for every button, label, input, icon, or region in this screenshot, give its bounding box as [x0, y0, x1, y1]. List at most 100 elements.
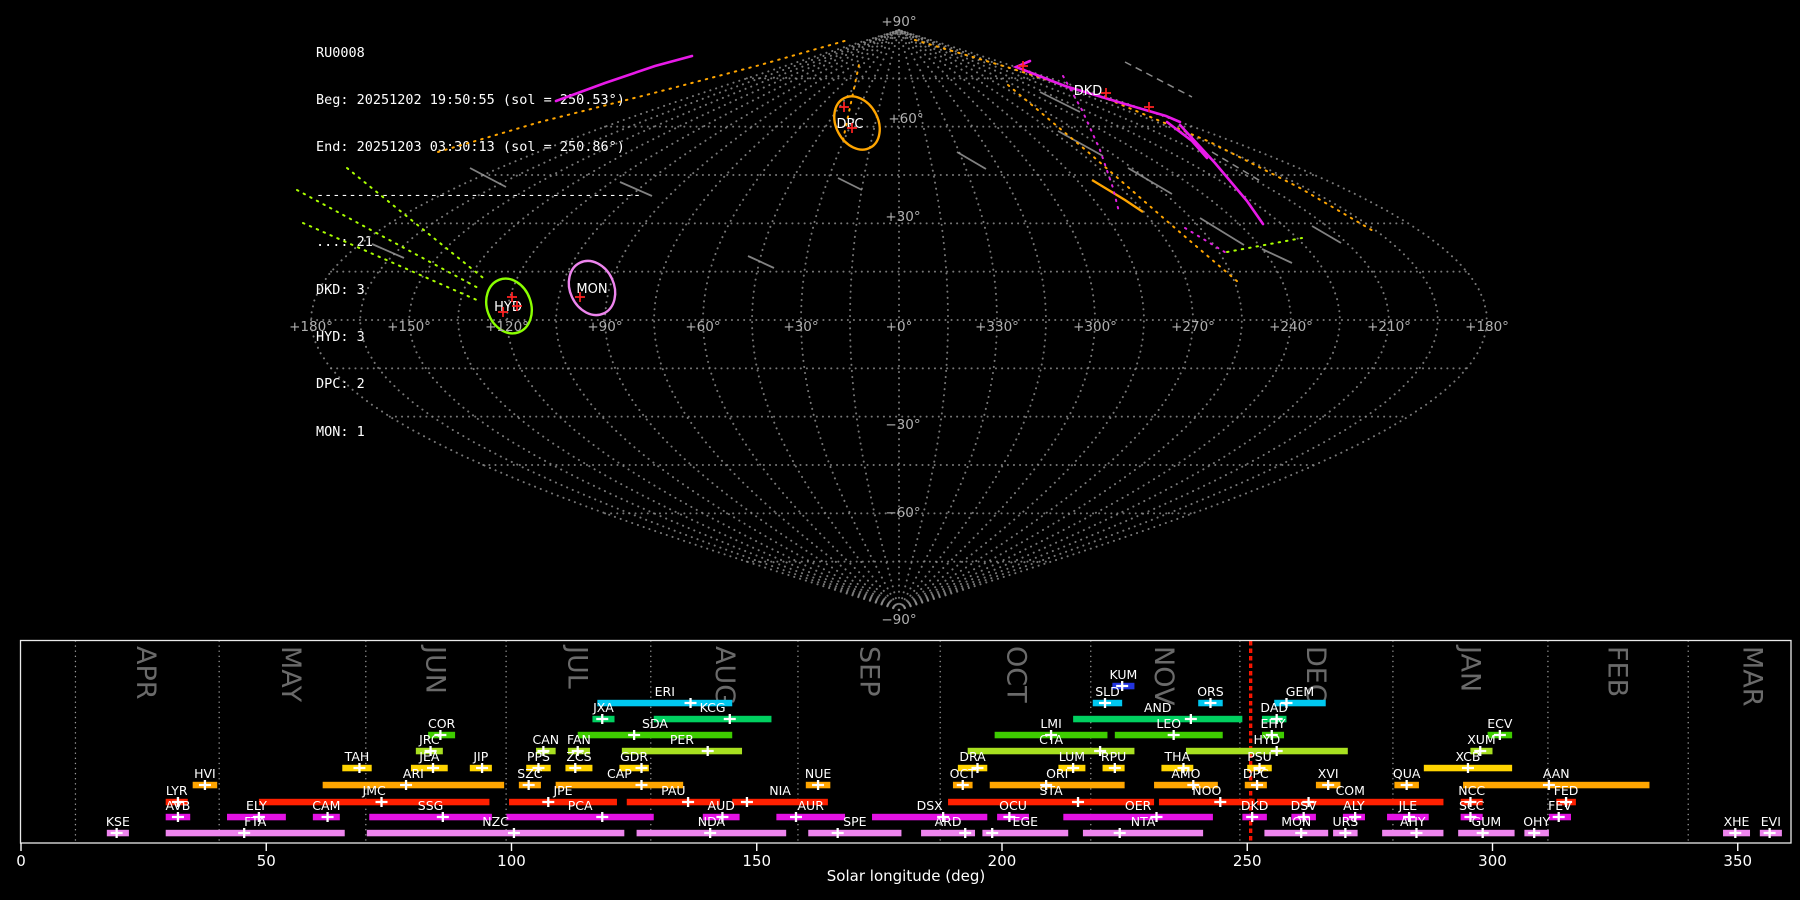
shower-label-STA: STA	[1039, 783, 1063, 798]
shower-peak-cross-GUM	[1476, 828, 1489, 838]
shower-label-RPU: RPU	[1101, 749, 1126, 764]
shower-group-red: LYR JMC JPE PAU NIA STA NOO COM NCC FED	[165, 783, 1578, 807]
shower-label-XUM: XUM	[1467, 732, 1496, 747]
shower-label-PPS: PPS	[527, 749, 550, 764]
shower-label-ECV: ECV	[1487, 716, 1513, 731]
shower-label-ZCS: ZCS	[566, 749, 591, 764]
shower-label-DPC: DPC	[1243, 766, 1269, 781]
shower-peak-cross-JMC	[375, 797, 388, 807]
shower-peak-cross-FEV	[1552, 812, 1565, 822]
shower-label-PAU: PAU	[661, 783, 685, 798]
shower-label-JMC: JMC	[362, 783, 386, 798]
shower-bar-DSX	[872, 813, 988, 821]
shower-label-PCA: PCA	[568, 798, 593, 813]
shower-label-HVI: HVI	[194, 766, 216, 781]
x-tick-label: 300	[1478, 852, 1507, 870]
shower-peak-cross-RPU	[1108, 763, 1121, 773]
shower-peak-cross-NUE	[812, 780, 825, 790]
x-tick-label: 200	[988, 852, 1017, 870]
shower-peak-cross-XCB	[1461, 763, 1474, 773]
shower-peak-cross-SSG	[436, 812, 449, 822]
shower-peak-cross-STA	[1072, 797, 1085, 807]
shower-label-OCU: OCU	[999, 798, 1027, 813]
shower-label-AAN: AAN	[1543, 766, 1570, 781]
shower-peak-cross-JIP	[476, 763, 489, 773]
x-tick-label: 0	[16, 852, 26, 870]
shower-group-violet: KSE FTA NZC NDA SPE ARD EGE NTA MON URS AHY GUM OHY X…	[106, 814, 1782, 838]
shower-peak-cross-EVI	[1763, 828, 1776, 838]
shower-peak-cross-AVB	[171, 812, 184, 822]
timeline-chart-svg: APR MAY JUN JUL AUG SEP OCT NOV DEC JAN FEB MARKUME…	[16, 639, 1792, 885]
shower-peak-cross-QUA	[1400, 780, 1413, 790]
shower-peak-cross-XVI	[1322, 780, 1335, 790]
shower-peak-cross-SZC	[522, 780, 535, 790]
shower-label-GEM: GEM	[1286, 684, 1314, 699]
shower-label-XHE: XHE	[1724, 814, 1750, 829]
shower-peak-cross-NTA	[1113, 828, 1126, 838]
shower-label-OHY: OHY	[1523, 814, 1550, 829]
shower-label-NDA: NDA	[698, 814, 726, 829]
x-tick-label: 150	[742, 852, 771, 870]
shower-label-SZC: SZC	[517, 766, 542, 781]
shower-label-OCT: OCT	[950, 766, 977, 781]
shower-label-XCB: XCB	[1455, 749, 1480, 764]
shower-label-ERI: ERI	[655, 684, 675, 699]
shower-label-FAN: FAN	[567, 732, 591, 747]
shower-label-CAN: CAN	[533, 732, 560, 747]
shower-peak-cross-DPC	[1251, 780, 1264, 790]
shower-label-NZC: NZC	[482, 814, 509, 829]
shower-label-QUA: QUA	[1393, 766, 1421, 781]
shower-label-HYD: HYD	[1254, 732, 1281, 747]
shower-peak-cross-SLD	[1099, 698, 1112, 708]
shower-label-AHY: AHY	[1400, 814, 1426, 829]
shower-label-OER: OER	[1125, 798, 1152, 813]
shower-bar-AUR	[776, 813, 846, 821]
shower-label-DKD: DKD	[1241, 798, 1268, 813]
shower-label-CTA: CTA	[1039, 732, 1063, 747]
shower-peak-cross-JPE	[542, 797, 555, 807]
shower-peak-cross-ARI	[400, 780, 413, 790]
shower-label-EHY: EHY	[1261, 716, 1286, 731]
shower-label-LMI: LMI	[1040, 716, 1061, 731]
shower-label-NTA: NTA	[1131, 814, 1156, 829]
shower-label-JPE: JPE	[552, 783, 572, 798]
shower-peak-cross-HVI	[198, 780, 211, 790]
shower-label-ARD: ARD	[935, 814, 962, 829]
shower-label-AMO: AMO	[1171, 766, 1200, 781]
shower-peak-cross-XHE	[1729, 828, 1742, 838]
shower-bar-NZC	[366, 829, 625, 837]
shower-bar-JPE	[509, 798, 617, 806]
shower-peak-cross-HYD	[1270, 746, 1283, 756]
shower-peak-cross-CAP	[635, 780, 648, 790]
shower-bar-SPE	[808, 829, 902, 837]
month-label-mar: MAR	[1736, 646, 1767, 707]
month-label-may: MAY	[275, 646, 306, 703]
shower-label-FEV: FEV	[1548, 798, 1572, 813]
shower-label-PSU: PSU	[1247, 749, 1272, 764]
shower-label-ARI: ARI	[403, 766, 424, 781]
shower-label-EVI: EVI	[1761, 814, 1781, 829]
shower-label-JXA: JXA	[592, 700, 614, 715]
shower-peak-cross-OHY	[1528, 828, 1541, 838]
shower-label-JLE: JLE	[1398, 798, 1418, 813]
shower-label-SPE: SPE	[843, 814, 866, 829]
shower-label-CAM: CAM	[312, 798, 340, 813]
shower-label-URS: URS	[1332, 814, 1358, 829]
shower-bar-KCG	[653, 715, 772, 723]
shower-label-DAD: DAD	[1260, 700, 1288, 715]
x-tick-label: 50	[257, 852, 276, 870]
shower-label-SLD: SLD	[1095, 684, 1120, 699]
shower-label-KCG: KCG	[700, 700, 726, 715]
shower-label-NOO: NOO	[1192, 783, 1221, 798]
shower-label-CAP: CAP	[607, 766, 632, 781]
shower-peak-cross-ZCS	[569, 763, 582, 773]
shower-peak-cross-PCA	[596, 812, 609, 822]
shower-peak-cross-JXA	[596, 714, 609, 724]
shower-label-NCC: NCC	[1458, 783, 1485, 798]
month-label-nov: NOV	[1148, 646, 1179, 706]
shower-peak-cross-GDR	[635, 763, 648, 773]
shower-peak-cross-KSE	[110, 828, 123, 838]
shower-label-AVB: AVB	[166, 798, 191, 813]
shower-peak-cross-ERI	[684, 698, 697, 708]
month-label-apr: APR	[130, 646, 161, 700]
